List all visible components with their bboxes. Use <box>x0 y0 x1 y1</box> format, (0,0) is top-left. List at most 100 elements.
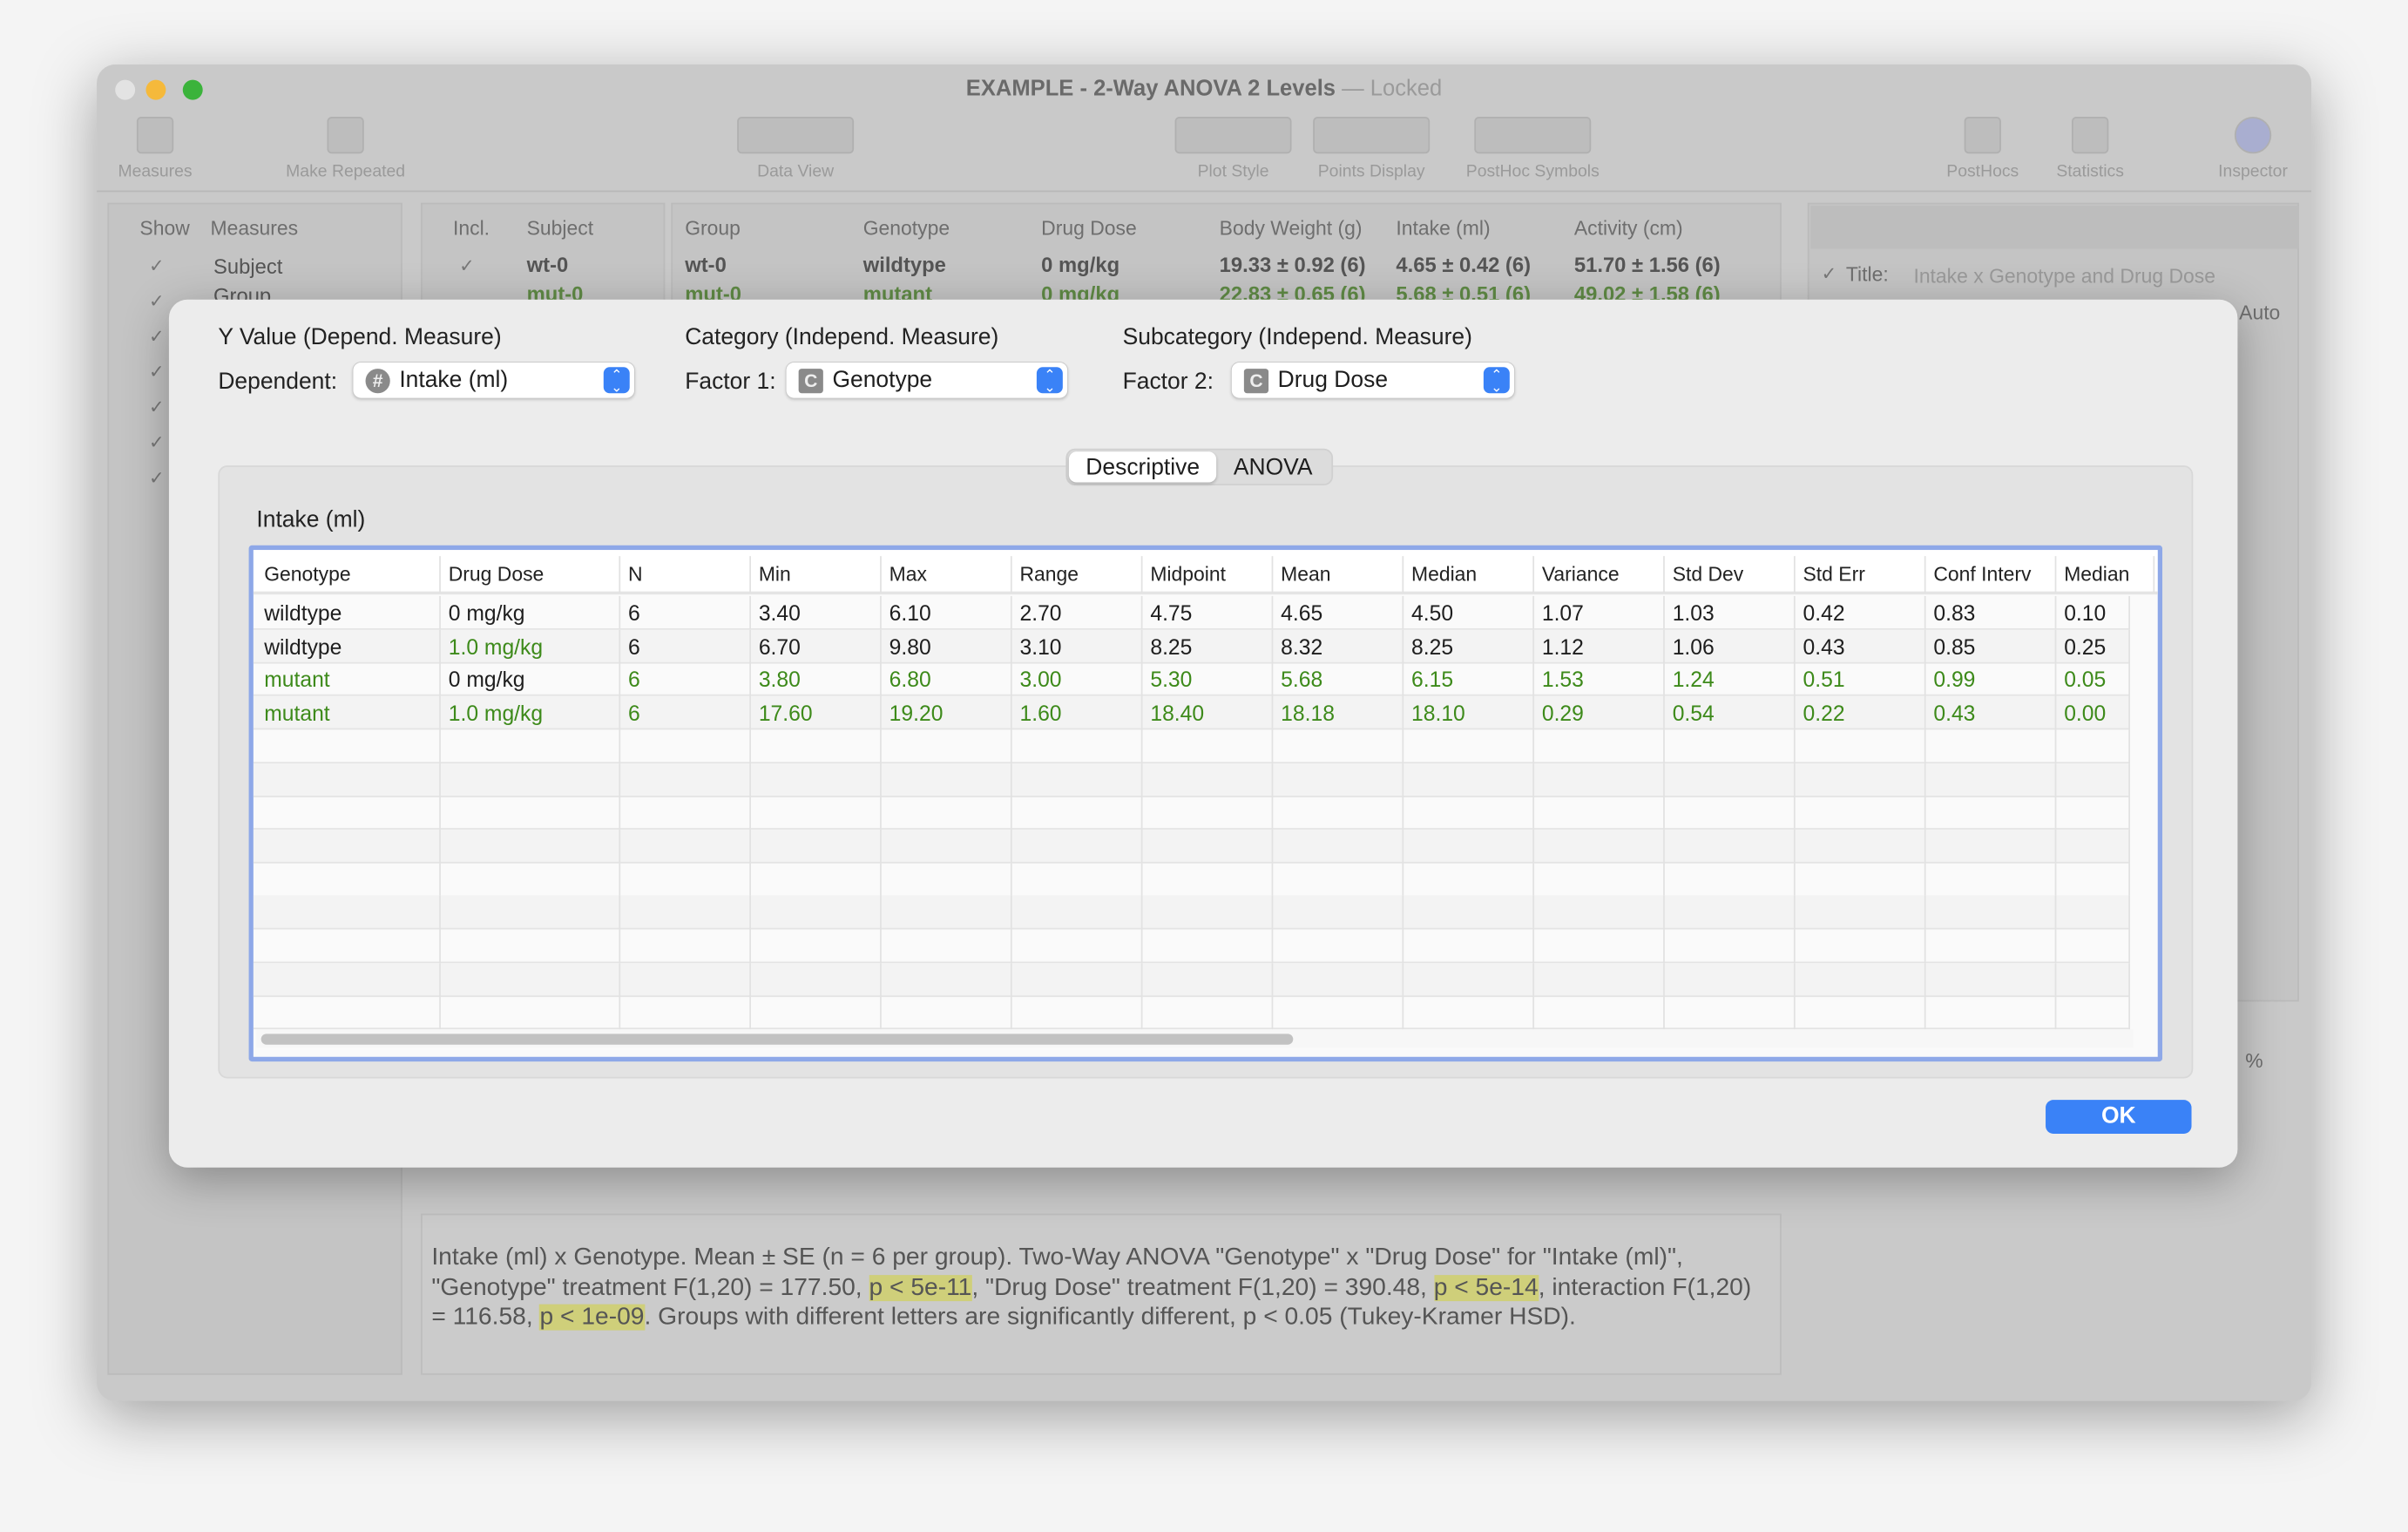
table-cell <box>441 896 621 931</box>
table-cell: mutant <box>256 695 441 730</box>
data-header: Drug Dose <box>1041 216 1137 240</box>
column-header[interactable]: N <box>620 556 752 593</box>
table-row[interactable] <box>253 763 2131 797</box>
table-cell: 1.12 <box>1534 629 1665 663</box>
ok-button[interactable]: OK <box>2046 1100 2192 1134</box>
table-cell: 18.10 <box>1404 695 1535 730</box>
category-measure-icon: C <box>1243 368 1269 393</box>
table-row[interactable] <box>253 896 2131 931</box>
column-header[interactable]: Range <box>1012 556 1143 593</box>
table-row[interactable]: wildtype 0 mg/kg 6 3.40 6.10 2.70 4.75 4.65 4.50… <box>253 595 2131 630</box>
table-cell <box>2056 729 2131 763</box>
include-checkbox[interactable]: ✓ <box>459 255 475 277</box>
table-cell <box>1012 729 1143 763</box>
table-cell <box>1665 829 1796 864</box>
show-checkbox[interactable]: ✓ <box>149 397 165 418</box>
table-cell <box>1273 995 1404 1030</box>
table-cell <box>1926 962 2057 997</box>
table-row[interactable] <box>253 995 2131 1030</box>
measure-subject[interactable]: Subject <box>213 255 282 278</box>
table-cell <box>1796 896 1926 931</box>
table-cell <box>1665 995 1796 1030</box>
title-field[interactable]: Intake x Genotype and Drug Dose <box>1913 264 2215 287</box>
dependent-popup[interactable]: # Intake (ml) ⌃ ⌄ <box>353 363 635 398</box>
table-cell: 6 <box>620 695 752 730</box>
table-cell <box>620 763 752 797</box>
table-row[interactable] <box>253 962 2131 997</box>
column-header[interactable]: Conf Interv <box>1926 556 2057 593</box>
plot-style-icon[interactable] <box>1174 116 1292 154</box>
subcategory-heading: Subcategory (Independ. Measure) <box>1122 323 1472 350</box>
points-display-icon[interactable] <box>1313 116 1431 154</box>
measures-icon[interactable] <box>136 116 174 154</box>
table-cell: 0.29 <box>1534 695 1665 730</box>
table-cell <box>882 862 1012 897</box>
tab-descriptive[interactable]: Descriptive <box>1068 451 1217 483</box>
header-measures: Measures <box>210 216 299 240</box>
table-row[interactable] <box>253 862 2131 897</box>
show-checkbox[interactable]: ✓ <box>149 467 165 489</box>
table-cell: 0 mg/kg <box>441 595 621 630</box>
table-row[interactable] <box>253 729 2131 763</box>
table-cell: 1.0 mg/kg <box>441 629 621 663</box>
inspector-tabs[interactable] <box>1810 206 2299 249</box>
table-cell <box>751 796 882 830</box>
table-cell <box>1665 729 1796 763</box>
column-header[interactable]: Median <box>1404 556 1535 593</box>
table-cell: 0.43 <box>1796 629 1926 663</box>
scrollbar-thumb[interactable] <box>260 1034 1294 1045</box>
table-cell <box>1143 929 1274 964</box>
column-header[interactable]: Variance <box>1534 556 1665 593</box>
tab-anova[interactable]: ANOVA <box>1216 451 1329 482</box>
column-header[interactable]: Mean <box>1273 556 1404 593</box>
table-row[interactable]: mutant 1.0 mg/kg 6 17.60 19.20 1.60 18.40 18.18… <box>253 695 2131 730</box>
column-header[interactable]: Median <box>2056 556 2155 593</box>
column-header[interactable]: Max <box>882 556 1012 593</box>
table-cell <box>882 962 1012 997</box>
table-row[interactable] <box>253 796 2131 830</box>
table-cell <box>1926 729 2057 763</box>
y-value-heading: Y Value (Depend. Measure) <box>218 323 502 350</box>
column-header[interactable]: Genotype <box>256 556 441 593</box>
column-header[interactable]: Drug Dose <box>441 556 621 593</box>
factor1-popup[interactable]: C Genotype ⌃ ⌄ <box>786 363 1068 398</box>
numeric-measure-icon: # <box>365 368 390 393</box>
data-header: Body Weight (g) <box>1219 216 1363 240</box>
posthoc-symbols-icon[interactable] <box>1474 116 1592 154</box>
table-row[interactable]: wildtype 1.0 mg/kg 6 6.70 9.80 3.10 8.25 8.32 8.… <box>253 629 2131 663</box>
column-header[interactable]: Std Dev <box>1665 556 1796 593</box>
table-cell <box>1273 829 1404 864</box>
show-checkbox[interactable]: ✓ <box>149 290 165 312</box>
horizontal-scrollbar[interactable] <box>256 1029 2134 1048</box>
table-cell <box>1534 763 1665 797</box>
table-cell <box>1404 796 1535 830</box>
toolbar-label-statistics: Statistics <box>2056 162 2124 182</box>
descriptive-table[interactable]: Genotype Drug Dose N Min Max Range Midpoint Mea… <box>248 545 2163 1062</box>
table-cell <box>1534 896 1665 931</box>
table-cell: 6 <box>620 662 752 697</box>
table-cell <box>882 896 1012 931</box>
show-checkbox[interactable]: ✓ <box>149 361 165 383</box>
table-cell <box>1926 829 2057 864</box>
statistics-icon[interactable] <box>2072 116 2109 154</box>
show-checkbox[interactable]: ✓ <box>149 326 165 348</box>
make-repeated-icon[interactable] <box>327 116 364 154</box>
column-header[interactable]: Midpoint <box>1143 556 1274 593</box>
table-row[interactable] <box>253 929 2131 964</box>
table-cell: wildtype <box>256 595 441 630</box>
posthocs-icon[interactable] <box>1964 116 2001 154</box>
inspector-icon[interactable] <box>2234 116 2272 154</box>
title-checkbox[interactable]: ✓ <box>1822 262 1837 284</box>
show-checkbox[interactable]: ✓ <box>149 255 165 277</box>
show-checkbox[interactable]: ✓ <box>149 431 165 453</box>
table-cell <box>1012 829 1143 864</box>
column-header[interactable]: Std Err <box>1796 556 1926 593</box>
table-row[interactable] <box>253 829 2131 864</box>
table-cell <box>882 796 1012 830</box>
view-segmented-control[interactable]: Descriptive ANOVA <box>1065 448 1333 486</box>
table-cell <box>751 896 882 931</box>
data-view-icon[interactable] <box>737 116 855 154</box>
table-row[interactable]: mutant 0 mg/kg 6 3.80 6.80 3.00 5.30 5.68 6.15 1.… <box>253 662 2131 697</box>
column-header[interactable]: Min <box>751 556 882 593</box>
factor2-popup[interactable]: C Drug Dose ⌃ ⌄ <box>1231 363 1515 398</box>
